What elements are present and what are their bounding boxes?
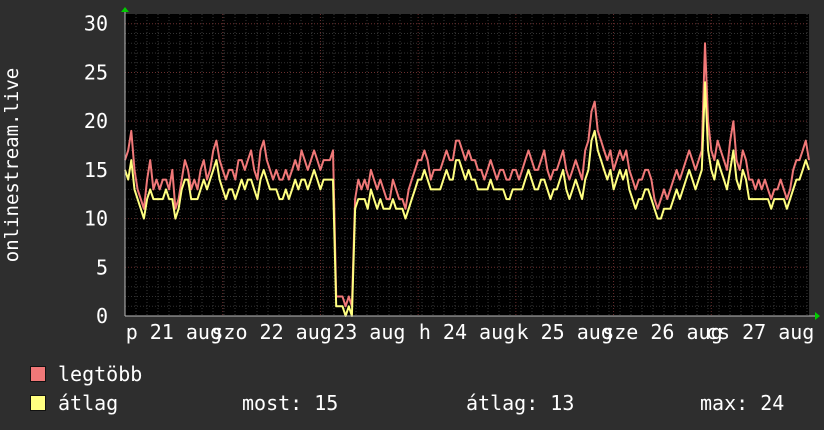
y-tick-label: 0 (96, 304, 108, 328)
legend-item-max: legtöbb (30, 362, 142, 386)
legend-label-avg: átlag (58, 391, 119, 415)
x-tick-label: p 21 aug (126, 320, 222, 344)
x-tick-label: 23 aug (333, 320, 405, 344)
stat-average: átlag: 13 (466, 391, 575, 415)
y-axis-arrow (121, 7, 129, 12)
y-tick-label: 5 (96, 255, 108, 279)
x-tick-label: szo 22 aug (211, 320, 331, 344)
x-axis-ticks: p 21 augszo 22 aug 23 aug h 24 aug k 25 aug… (126, 320, 815, 344)
x-tick-label: h 24 aug (419, 320, 515, 344)
stat-max: max: 24 (700, 391, 785, 415)
legend-swatch-avg (30, 395, 46, 411)
y-tick-label: 25 (84, 60, 108, 84)
y-tick-label: 20 (84, 109, 108, 133)
legend-item-avg: átlag (30, 391, 118, 415)
y-tick-label: 10 (84, 207, 108, 231)
legend-swatch-max (30, 366, 46, 382)
legend-label-max: legtöbb (58, 362, 143, 386)
y-axis-label: onlinestream.live (1, 68, 23, 262)
x-tick-label: sze 26 aug (602, 320, 722, 344)
x-tick-label: cs 27 aug (706, 320, 814, 344)
x-tick-label: k 25 aug (517, 320, 613, 344)
y-tick-label: 15 (84, 158, 108, 182)
stat-now: most: 15 (242, 391, 339, 415)
y-axis-ticks: 0 5 10 15 20 25 30 (84, 12, 108, 328)
y-tick-label: 30 (84, 12, 108, 36)
x-axis-arrow (815, 312, 820, 320)
